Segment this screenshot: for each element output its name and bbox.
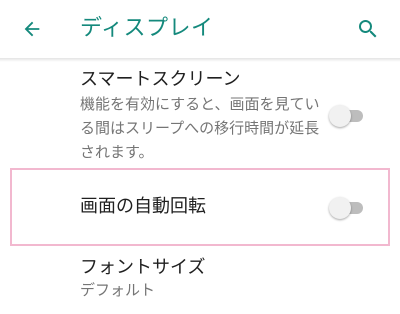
setting-summary: 機能を有効にすると、画面を見ている間はスリープへの移行時間が延長されます。 [80,95,320,161]
setting-title: 画面の自動回転 [80,196,206,217]
setting-row-smart-screen[interactable]: スマートスクリーン 機能を有効にすると、画面を見ている間はスリープへの移行時間が… [0,64,400,164]
toggle-thumb [329,197,351,219]
toggle-thumb [329,105,351,127]
search-button[interactable] [350,11,386,47]
search-icon [359,20,377,38]
arrow-left-icon [24,21,40,37]
setting-value: デフォルト [80,281,156,299]
back-button[interactable] [14,11,50,47]
auto-rotate-toggle[interactable] [329,197,367,219]
setting-row-font-size[interactable]: フォントサイズ デフォルト [0,250,400,314]
setting-title: フォントサイズ [80,257,206,278]
setting-row-auto-rotate[interactable]: 画面の自動回転 [10,168,390,246]
setting-title: スマートスクリーン [80,69,241,90]
smart-screen-toggle[interactable] [329,105,367,127]
app-bar: ディスプレイ [0,0,400,58]
page-title: ディスプレイ [80,16,214,41]
app-bar-shadow [0,58,400,62]
